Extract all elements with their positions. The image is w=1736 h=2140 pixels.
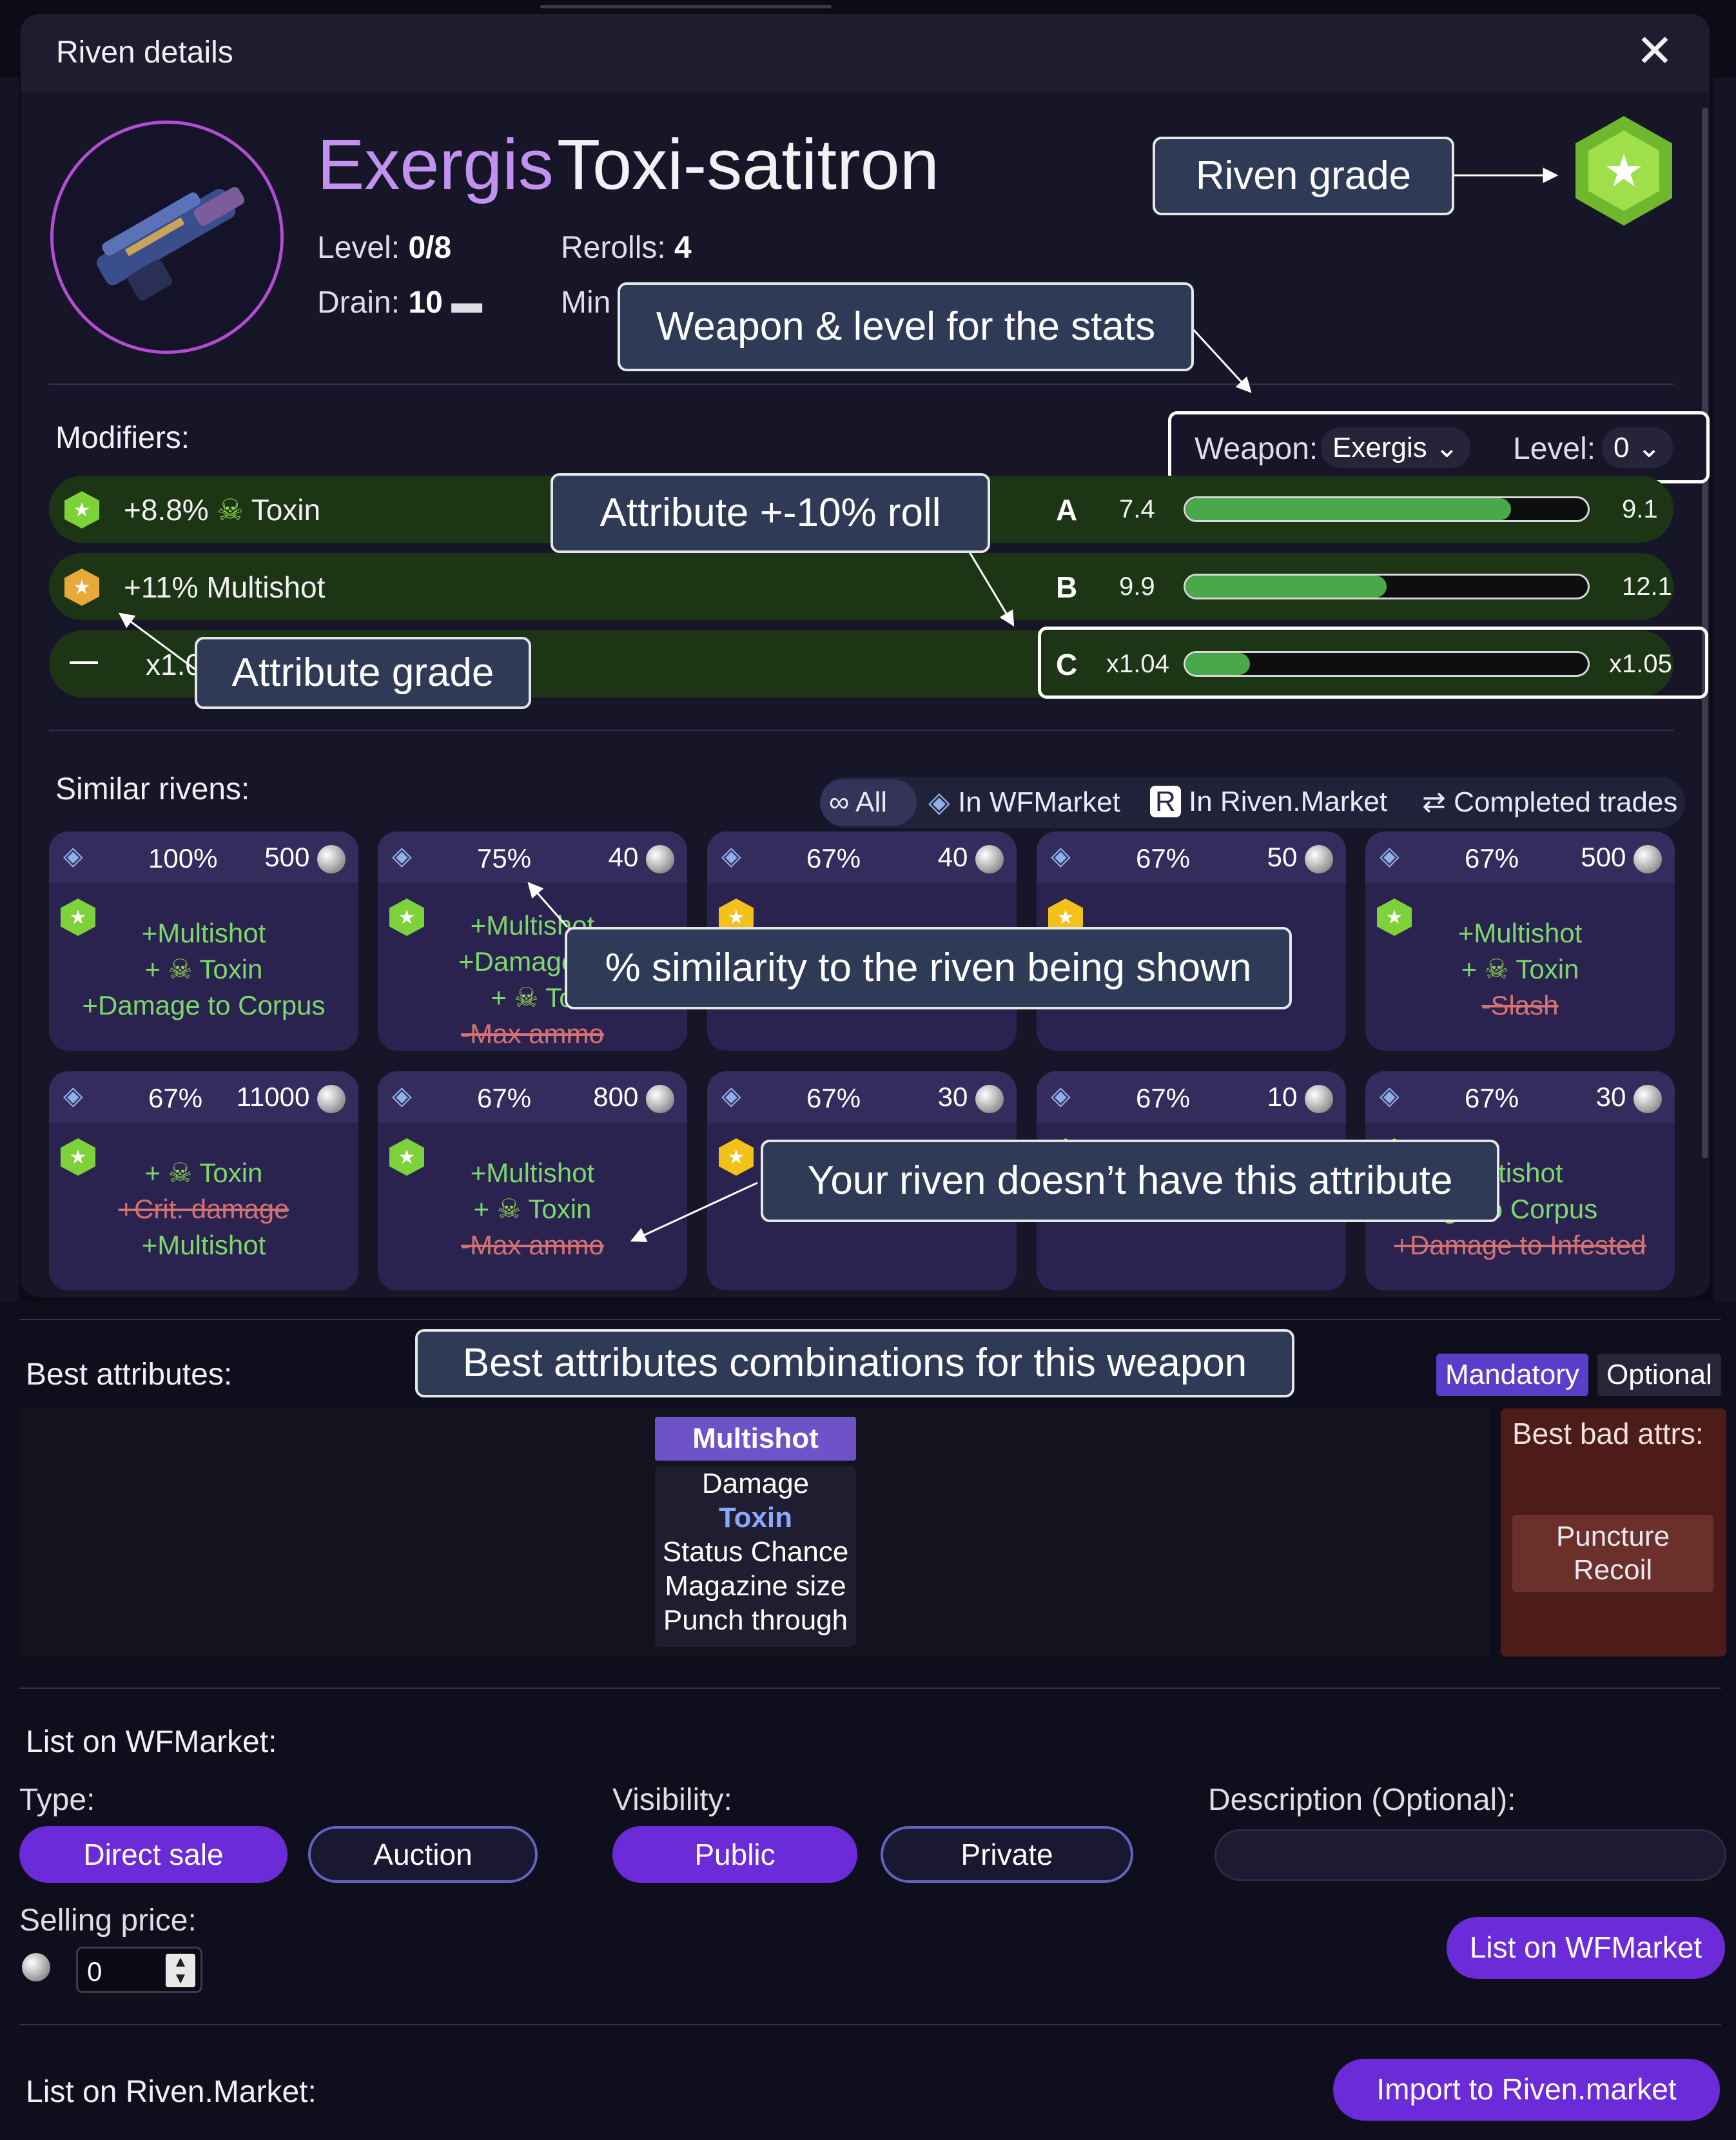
callout-attribute-grade: Attribute grade <box>195 637 531 709</box>
callout-missing-attribute: Your riven doesn’t have this attribute <box>761 1140 1499 1222</box>
callout-riven-grade: Riven grade <box>1153 137 1454 215</box>
callout-similarity: % similarity to the riven being shown <box>565 927 1292 1009</box>
callout-weapon-level: Weapon & level for the stats <box>618 282 1194 371</box>
callout-attribute-roll: Attribute +-10% roll <box>551 473 990 553</box>
callout-best-attributes: Best attributes combinations for this we… <box>415 1329 1294 1397</box>
